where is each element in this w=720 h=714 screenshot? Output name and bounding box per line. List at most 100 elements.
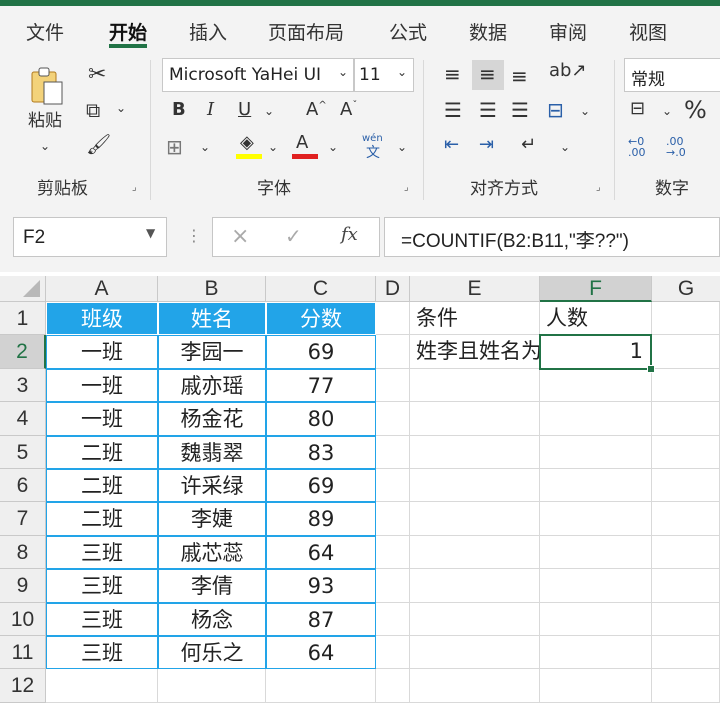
underline-button[interactable]: U — [238, 101, 251, 119]
row-header-2[interactable]: 2 — [0, 335, 46, 369]
column-header-c[interactable]: C — [266, 276, 376, 302]
table-cell[interactable]: 李婕 — [158, 502, 266, 536]
bold-button[interactable]: B — [172, 101, 186, 119]
column-header-e[interactable]: E — [410, 276, 540, 302]
row-header-11[interactable]: 11 — [0, 636, 46, 670]
grid-cell[interactable] — [540, 602, 652, 636]
table-header-cell[interactable]: 班级 — [46, 302, 158, 336]
grid-cell[interactable] — [46, 669, 158, 703]
grid-cell[interactable] — [266, 669, 376, 703]
name-box[interactable]: F2 ▼ — [13, 217, 167, 257]
select-all-corner[interactable] — [0, 276, 46, 302]
decrease-indent-icon[interactable]: ⇤ — [444, 136, 459, 154]
table-cell[interactable]: 69 — [266, 335, 376, 369]
orientation-icon[interactable]: ab↗ — [549, 62, 587, 80]
table-cell[interactable]: 89 — [266, 502, 376, 536]
grid-cell[interactable] — [540, 469, 652, 503]
format-painter-icon[interactable]: 🖌 — [86, 134, 111, 154]
grid-cell[interactable] — [540, 402, 652, 436]
tab-file[interactable]: 文件 — [26, 18, 64, 45]
row-header-1[interactable]: 1 — [0, 302, 46, 336]
font-launcher-icon[interactable]: ⌟ — [404, 182, 409, 193]
condition-header-cell[interactable]: 条件 — [410, 302, 540, 336]
grid-cell[interactable] — [376, 368, 410, 403]
align-right-icon[interactable]: ☰ — [511, 100, 529, 120]
wrap-dropdown-icon[interactable]: ⌄ — [560, 141, 570, 153]
grid-cell[interactable] — [376, 569, 410, 603]
row-header-4[interactable]: 4 — [0, 402, 46, 436]
table-cell[interactable]: 二班 — [46, 435, 158, 469]
table-cell[interactable]: 87 — [266, 602, 376, 636]
table-cell[interactable]: 二班 — [46, 502, 158, 536]
tab-review[interactable]: 审阅 — [549, 18, 587, 45]
grid-cell[interactable] — [376, 669, 410, 703]
grid-cell[interactable] — [652, 302, 720, 336]
grid-cell[interactable] — [540, 435, 652, 469]
table-cell[interactable]: 一班 — [46, 335, 158, 369]
table-cell[interactable]: 杨念 — [158, 602, 266, 636]
table-cell[interactable]: 77 — [266, 368, 376, 403]
grid-cell[interactable] — [376, 636, 410, 670]
align-top-icon[interactable]: ≡ — [444, 64, 461, 84]
formula-input[interactable]: =COUNTIF(B2:B11,"李??") — [384, 217, 720, 257]
number-format-select[interactable]: 常规 — [624, 58, 720, 92]
wrap-text-icon[interactable]: ↵ — [521, 136, 536, 154]
grid-cell[interactable] — [540, 569, 652, 603]
insert-function-button[interactable]: fx — [341, 224, 358, 245]
phonetic-dropdown-icon[interactable]: ⌄ — [397, 141, 407, 153]
grid-cell[interactable] — [652, 602, 720, 636]
grid-cell[interactable] — [158, 669, 266, 703]
underline-dropdown-icon[interactable]: ⌄ — [264, 105, 274, 117]
table-cell[interactable]: 64 — [266, 636, 376, 670]
table-cell[interactable]: 许采绿 — [158, 469, 266, 503]
column-header-g[interactable]: G — [652, 276, 720, 302]
fill-color-dropdown-icon[interactable]: ⌄ — [268, 141, 278, 153]
grid-cell[interactable] — [652, 669, 720, 703]
grid-cell[interactable] — [410, 435, 540, 469]
table-cell[interactable]: 一班 — [46, 368, 158, 403]
table-cell[interactable]: 69 — [266, 469, 376, 503]
name-box-dropdown-icon[interactable]: ▼ — [146, 226, 155, 240]
grid-cell[interactable] — [540, 368, 652, 403]
column-header-b[interactable]: B — [158, 276, 266, 302]
table-cell[interactable]: 93 — [266, 569, 376, 603]
fill-handle[interactable] — [647, 364, 655, 373]
grid-cell[interactable] — [410, 669, 540, 703]
table-cell[interactable]: 戚亦瑶 — [158, 368, 266, 403]
grid-cell[interactable] — [540, 535, 652, 570]
tab-formulas[interactable]: 公式 — [389, 18, 427, 45]
currency-format-icon[interactable]: ⊟ — [630, 100, 645, 118]
grid-cell[interactable] — [376, 435, 410, 469]
grid-cell[interactable] — [376, 402, 410, 436]
formula-bar-grip-icon[interactable]: ⋮ — [186, 228, 202, 244]
row-header-10[interactable]: 10 — [0, 602, 46, 636]
border-dropdown-icon[interactable]: ⌄ — [200, 141, 210, 153]
grid-cell[interactable] — [410, 368, 540, 403]
tab-page-layout[interactable]: 页面布局 — [268, 18, 344, 45]
grid-cell[interactable] — [652, 469, 720, 503]
table-cell[interactable]: 83 — [266, 435, 376, 469]
font-name-select[interactable]: Microsoft YaHei UI — [162, 58, 354, 92]
table-cell[interactable]: 戚芯蕊 — [158, 535, 266, 570]
table-cell[interactable]: 64 — [266, 535, 376, 570]
table-cell[interactable]: 何乐之 — [158, 636, 266, 670]
percent-button[interactable]: % — [684, 98, 707, 122]
table-cell[interactable]: 三班 — [46, 602, 158, 636]
table-cell[interactable]: 一班 — [46, 402, 158, 436]
table-cell[interactable]: 杨金花 — [158, 402, 266, 436]
font-size-dropdown-icon[interactable]: ⌄ — [397, 66, 407, 78]
copy-icon[interactable]: ⧉ — [86, 100, 100, 120]
row-header-9[interactable]: 9 — [0, 569, 46, 603]
decrease-decimal-button[interactable]: .00 →.0 — [666, 136, 686, 158]
table-cell[interactable]: 80 — [266, 402, 376, 436]
cut-icon[interactable]: ✂ — [88, 64, 106, 86]
grid-cell[interactable] — [376, 302, 410, 336]
row-header-6[interactable]: 6 — [0, 469, 46, 503]
tab-home[interactable]: 开始 — [109, 18, 147, 45]
grid-cell[interactable] — [652, 569, 720, 603]
row-header-5[interactable]: 5 — [0, 435, 46, 469]
row-header-8[interactable]: 8 — [0, 535, 46, 570]
grid-cell[interactable] — [652, 535, 720, 570]
copy-dropdown-icon[interactable]: ⌄ — [116, 102, 126, 114]
count-header-cell[interactable]: 人数 — [540, 302, 652, 336]
